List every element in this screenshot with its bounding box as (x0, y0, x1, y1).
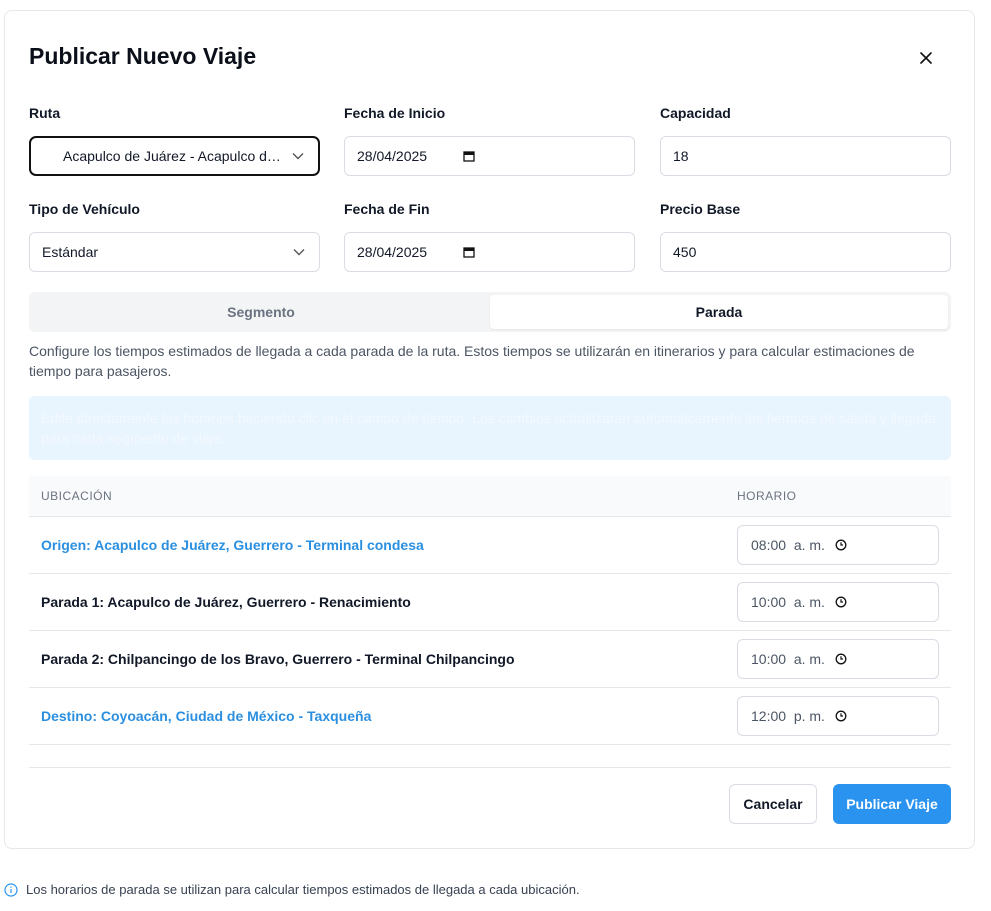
stop-location: Parada 2: Chilpancingo de los Bravo, Gue… (41, 651, 515, 667)
vehicle-type-value: Estándar (42, 244, 99, 260)
clock-icon[interactable] (835, 710, 847, 722)
table-header: UBICACIÓN HORARIO (29, 476, 951, 517)
route-select[interactable]: Acapulco de Juárez - Acapulco de... (29, 136, 320, 176)
footer-note: Los horarios de parada se utilizan para … (4, 882, 580, 897)
time-input[interactable]: 10:00 a. m. (737, 582, 939, 622)
route-field: Ruta Acapulco de Juárez - Acapulco de... (29, 105, 320, 176)
time-value: 10:00 a. m. (751, 651, 825, 667)
stop-location: Destino: Coyoacán, Ciudad de México - Ta… (41, 708, 372, 724)
table-row: Parada 2: Chilpancingo de los Bravo, Gue… (29, 631, 951, 688)
end-date-value: 28/04/2025 (357, 244, 428, 260)
info-box: Edite directamente los horarios haciendo… (29, 396, 951, 460)
view-tabs: Segmento Parada (29, 292, 951, 332)
info-icon (4, 882, 18, 897)
base-price-label: Precio Base (660, 201, 741, 217)
start-date-label: Fecha de Inicio (344, 105, 446, 121)
cancel-button[interactable]: Cancelar (729, 784, 817, 824)
route-value: Acapulco de Juárez - Acapulco de... (63, 148, 285, 164)
base-price-value: 450 (673, 244, 697, 260)
footer-divider (29, 767, 951, 768)
dialog-title: Publicar Nuevo Viaje (29, 43, 257, 69)
capacity-field: Capacidad 18 (660, 105, 951, 176)
time-value: 08:00 a. m. (751, 537, 825, 553)
base-price-input[interactable]: 450 (660, 232, 951, 272)
start-date-field: Fecha de Inicio 28/04/2025 (344, 105, 635, 176)
schedule-column-header: HORARIO (737, 489, 797, 503)
capacity-label: Capacidad (660, 105, 731, 121)
time-input[interactable]: 12:00 p. m. (737, 696, 939, 736)
time-input[interactable]: 10:00 a. m. (737, 639, 939, 679)
clock-icon[interactable] (835, 539, 847, 551)
calendar-icon[interactable] (463, 150, 475, 162)
vehicle-type-label: Tipo de Vehículo (29, 201, 140, 217)
table-row: Origen: Acapulco de Juárez, Guerrero - T… (29, 517, 951, 574)
time-value: 12:00 p. m. (751, 708, 825, 724)
chevron-down-icon (292, 153, 304, 160)
time-input[interactable]: 08:00 a. m. (737, 525, 939, 565)
calendar-icon[interactable] (463, 246, 475, 258)
footer-note-text: Los horarios de parada se utilizan para … (26, 882, 580, 897)
tab-parada[interactable]: Parada (490, 295, 948, 329)
table-row: Destino: Coyoacán, Ciudad de México - Ta… (29, 688, 951, 745)
close-button[interactable] (912, 44, 940, 72)
stop-location: Origen: Acapulco de Juárez, Guerrero - T… (41, 537, 424, 553)
start-date-input[interactable]: 28/04/2025 (344, 136, 635, 176)
location-column-header: UBICACIÓN (41, 489, 113, 503)
tab-segmento[interactable]: Segmento (32, 295, 490, 329)
end-date-input[interactable]: 28/04/2025 (344, 232, 635, 272)
close-icon (920, 52, 932, 64)
clock-icon[interactable] (835, 596, 847, 608)
route-label: Ruta (29, 105, 61, 121)
tab-description: Configure los tiempos estimados de llega… (29, 343, 915, 379)
publish-trip-dialog: Publicar Nuevo Viaje Ruta Acapulco de Ju… (4, 10, 975, 849)
vehicle-type-field: Tipo de Vehículo Estándar (29, 201, 320, 272)
publish-trip-button[interactable]: Publicar Viaje (833, 784, 951, 824)
stops-table: UBICACIÓN HORARIO Origen: Acapulco de Ju… (29, 476, 951, 745)
capacity-input[interactable]: 18 (660, 136, 951, 176)
capacity-value: 18 (673, 148, 689, 164)
time-value: 10:00 a. m. (751, 594, 825, 610)
start-date-value: 28/04/2025 (357, 148, 428, 164)
table-row: Parada 1: Acapulco de Juárez, Guerrero -… (29, 574, 951, 631)
end-date-label: Fecha de Fin (344, 201, 430, 217)
vehicle-type-select[interactable]: Estándar (29, 232, 320, 272)
stop-location: Parada 1: Acapulco de Juárez, Guerrero -… (41, 594, 411, 610)
clock-icon[interactable] (835, 653, 847, 665)
base-price-field: Precio Base 450 (660, 201, 951, 272)
chevron-down-icon (293, 249, 305, 256)
end-date-field: Fecha de Fin 28/04/2025 (344, 201, 635, 272)
